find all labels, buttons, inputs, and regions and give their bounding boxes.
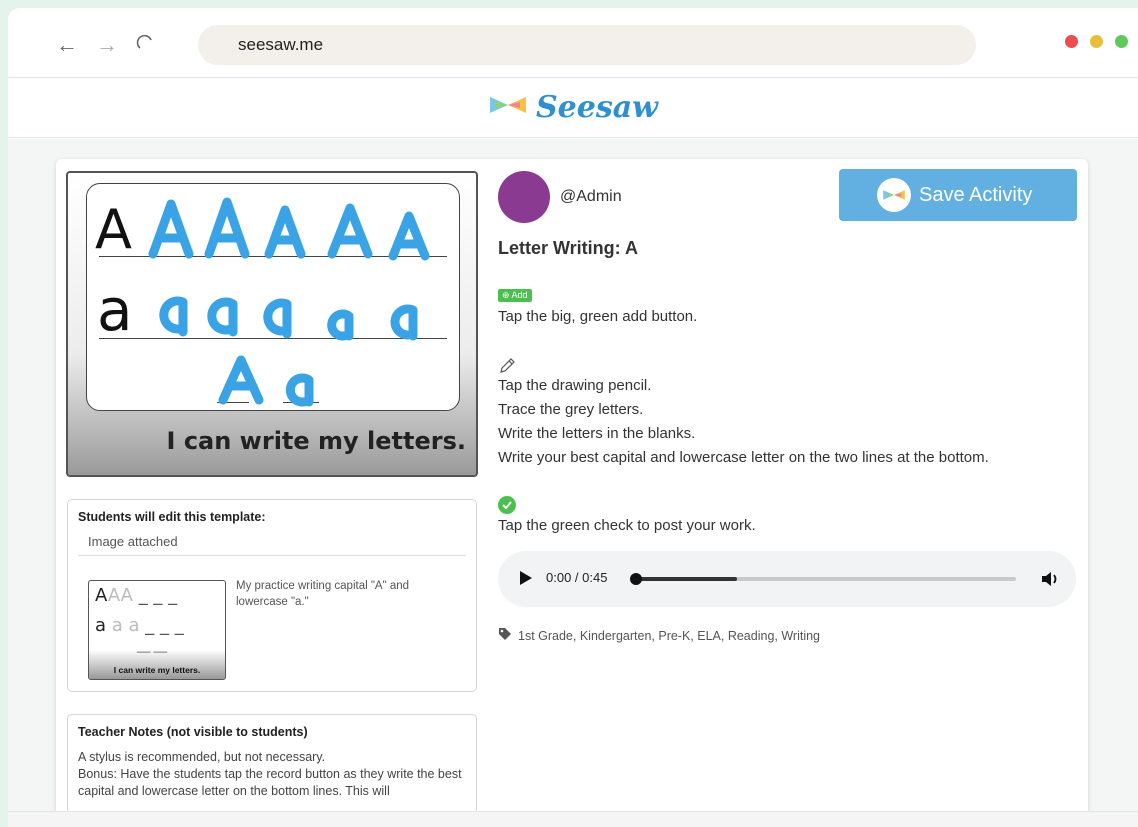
thumb-blank-lines: __ __ xyxy=(137,639,168,653)
seesaw-logo-icon xyxy=(877,178,911,212)
teacher-notes-panel: Teacher Notes (not visible to students) … xyxy=(67,714,477,824)
activity-preview-image[interactable]: A a I can write my letters. xyxy=(66,171,478,477)
instruction-step: Write the letters in the blanks. xyxy=(498,425,696,442)
main-area: A a I can write my letters. Students wil… xyxy=(8,139,1138,824)
teacher-note-line: A stylus is recommended, but not necessa… xyxy=(78,750,326,764)
avatar[interactable] xyxy=(498,171,550,223)
audio-seek-bar[interactable] xyxy=(630,573,1016,585)
back-arrow-icon[interactable]: ← xyxy=(56,34,78,56)
minimize-dot[interactable] xyxy=(1090,35,1103,48)
page-footer xyxy=(8,811,1138,827)
audio-time: 0:00 / 0:45 xyxy=(546,570,608,585)
activity-title: Letter Writing: A xyxy=(498,238,638,258)
traced-letters-drawing xyxy=(148,197,430,407)
reload-icon[interactable] xyxy=(136,34,156,58)
save-activity-label: Save Activity xyxy=(919,183,1033,206)
instruction-step: Write your best capital and lowercase le… xyxy=(498,449,989,466)
tags-list[interactable]: 1st Grade, Kindergarten, Pre-K, ELA, Rea… xyxy=(518,629,820,643)
template-description: My practice writing capital "A" and lowe… xyxy=(236,580,410,608)
activity-tags: 1st Grade, Kindergarten, Pre-K, ELA, Rea… xyxy=(498,627,820,644)
template-thumbnail[interactable]: AAA _ _ _ a a a _ _ _ __ __ I can write … xyxy=(88,580,226,680)
address-bar[interactable]: seesaw.me xyxy=(198,25,976,65)
browser-window: ← → seesaw.me Seesaw A a I can write my … xyxy=(8,8,1138,827)
site-header: Seesaw xyxy=(8,78,1138,138)
tag-icon xyxy=(498,627,512,644)
image-attached-label: Image attached xyxy=(78,534,466,556)
maximize-dot[interactable] xyxy=(1115,35,1128,48)
instruction-step: Tap the big, green add button. xyxy=(498,308,698,325)
add-button-badge: ⊕ Add xyxy=(498,289,532,302)
audio-seek-handle[interactable] xyxy=(630,573,642,585)
forward-arrow-icon[interactable]: → xyxy=(96,34,118,56)
template-heading: Students will edit this template: xyxy=(78,510,266,524)
seesaw-logo-icon[interactable] xyxy=(488,94,528,121)
author-username[interactable]: @Admin xyxy=(560,188,622,206)
browser-toolbar: ← → seesaw.me xyxy=(8,8,1138,78)
audio-progress xyxy=(634,577,738,581)
instruction-step: Tap the green check to post your work. xyxy=(498,517,756,534)
close-dot[interactable] xyxy=(1065,35,1078,48)
activity-card: A a I can write my letters. Students wil… xyxy=(56,159,1088,824)
window-controls xyxy=(1065,35,1128,48)
volume-icon[interactable] xyxy=(1040,569,1060,594)
teacher-note-line: Bonus: Have the students tap the record … xyxy=(78,767,462,798)
thumb-caption: I can write my letters. xyxy=(113,665,201,675)
teacher-notes-body: A stylus is recommended, but not necessa… xyxy=(68,749,476,800)
teacher-notes-heading: Teacher Notes (not visible to students) xyxy=(78,725,308,739)
save-activity-button[interactable]: Save Activity xyxy=(839,169,1077,221)
thumb-capital-row: AAA _ _ _ xyxy=(95,585,178,606)
instruction-step: Tap the drawing pencil. xyxy=(498,377,652,394)
worksheet-page: A a xyxy=(86,183,460,411)
play-icon[interactable] xyxy=(520,571,532,585)
instruction-step: Trace the grey letters. xyxy=(498,401,644,418)
site-logo-text[interactable]: Seesaw xyxy=(536,90,658,125)
thumb-lower-row: a a a _ _ _ xyxy=(95,615,184,636)
audio-player: 0:00 / 0:45 xyxy=(498,551,1076,607)
preview-caption: I can write my letters. xyxy=(166,427,466,455)
template-panel: Students will edit this template: Image … xyxy=(67,499,477,692)
